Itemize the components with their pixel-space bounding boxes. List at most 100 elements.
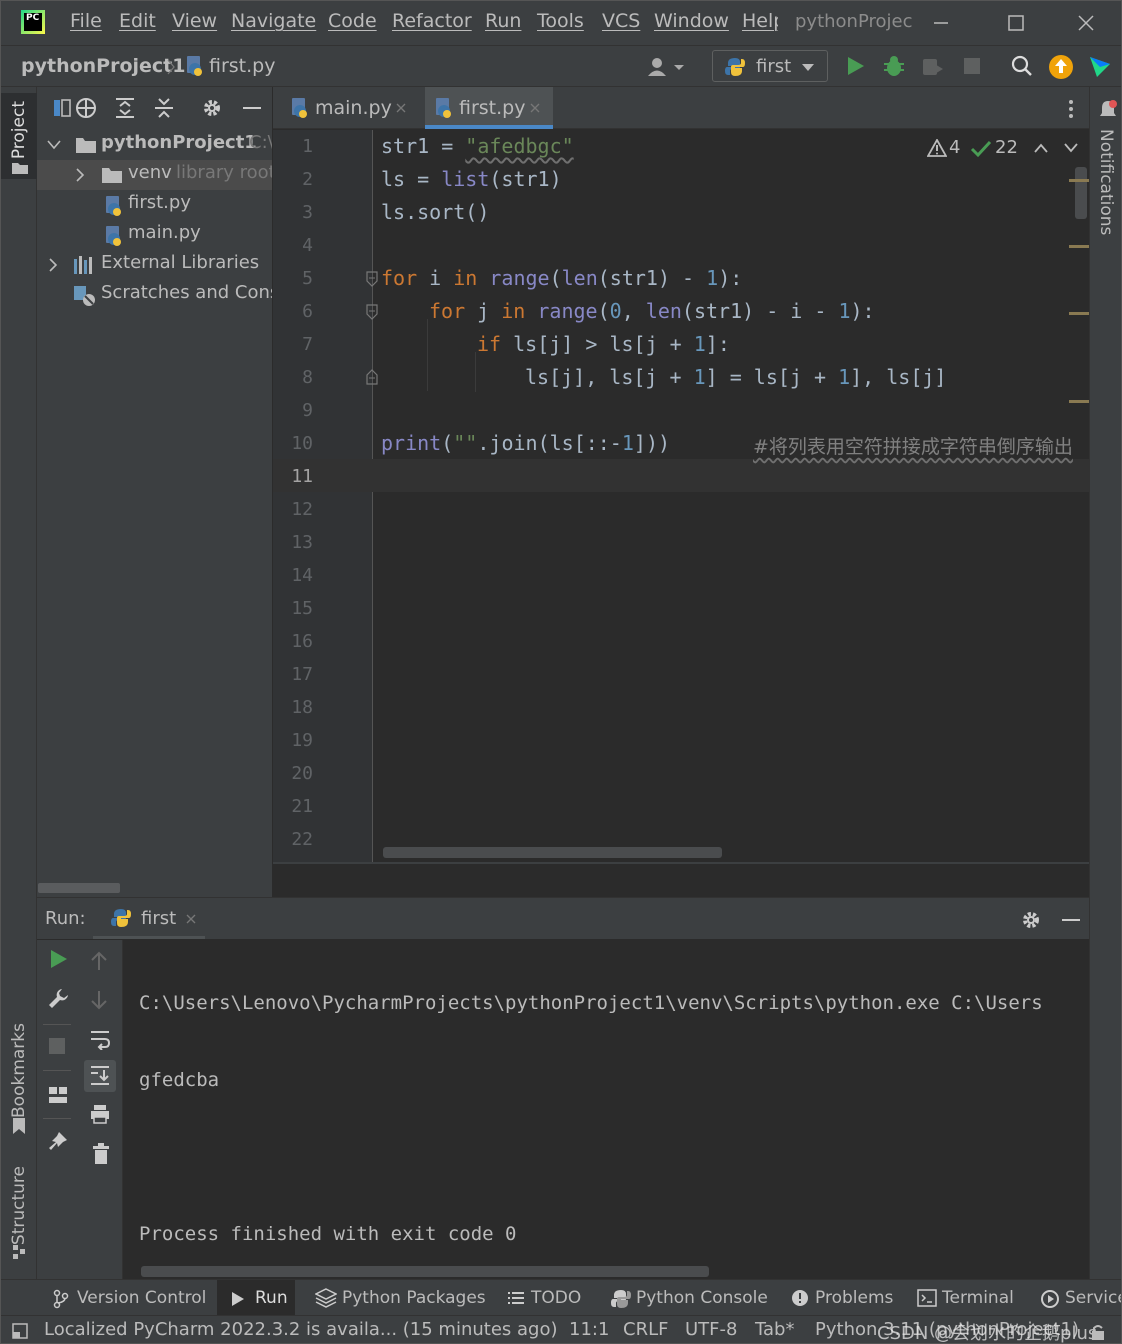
tree-file-first[interactable]: first.py <box>37 190 272 220</box>
scroll-to-end-button[interactable] <box>84 1060 116 1092</box>
error-stripe-marker[interactable] <box>1069 179 1089 182</box>
close-button[interactable] <box>1076 13 1096 33</box>
print-icon[interactable] <box>89 1103 111 1125</box>
error-stripe-marker[interactable] <box>1069 400 1089 403</box>
maximize-button[interactable] <box>1006 13 1026 33</box>
editor-vscrollbar[interactable] <box>1075 167 1087 219</box>
close-tab-icon[interactable] <box>395 102 407 114</box>
pin-icon[interactable] <box>47 1130 69 1152</box>
console-hscrollbar[interactable] <box>141 1266 709 1277</box>
user-icon[interactable] <box>647 56 687 78</box>
arrow-down-icon[interactable] <box>89 989 109 1011</box>
tab-main-py[interactable]: main.py <box>281 87 414 129</box>
arrow-up-icon[interactable] <box>89 950 109 972</box>
menu-vcs[interactable]: VCS <box>602 10 640 32</box>
collapse-all-icon[interactable] <box>152 96 176 120</box>
stop-icon[interactable] <box>962 56 982 76</box>
tab-services[interactable]: Services <box>1035 1280 1121 1316</box>
tab-version-control[interactable]: Version Control <box>45 1280 206 1316</box>
fold-marker-icon[interactable] <box>365 369 379 385</box>
crosshair-icon[interactable] <box>74 96 98 120</box>
select-opened-file-icon[interactable] <box>51 97 73 119</box>
code-comment[interactable]: #将列表用空符拼接成字符串倒序输出 <box>753 432 1073 459</box>
more-options-icon[interactable] <box>1063 98 1079 120</box>
code-line[interactable]: for j in range(0, len(str1) - i - 1): <box>429 299 875 323</box>
inspection-widget[interactable]: 4 22 <box>925 137 1085 163</box>
tab-todo[interactable]: TODO <box>501 1280 591 1316</box>
hide-panel-icon[interactable] <box>240 96 264 120</box>
code-line[interactable]: if ls[j] > ls[j + 1]: <box>477 332 730 356</box>
error-stripe-marker[interactable] <box>1069 312 1089 315</box>
tree-external-libraries[interactable]: External Libraries <box>37 250 272 280</box>
trash-icon[interactable] <box>91 1143 111 1165</box>
code-line[interactable]: ls[j], ls[j + 1] = ls[j + 1], ls[j] <box>525 365 946 389</box>
menu-refactor[interactable]: Refactor <box>392 10 472 32</box>
breadcrumb-file[interactable]: first.py <box>209 55 275 77</box>
console-output[interactable]: C:\Users\Lenovo\PycharmProjects\pythonPr… <box>139 943 1089 1263</box>
menu-run[interactable]: Run <box>485 10 521 32</box>
layout-icon[interactable] <box>47 1084 69 1106</box>
notifications-tool-button[interactable]: Notifications <box>1090 93 1121 235</box>
menu-view[interactable]: View <box>172 10 217 32</box>
tab-first-py[interactable]: first.py <box>425 87 553 129</box>
tab-terminal[interactable]: Terminal <box>911 1280 1021 1316</box>
tree-root[interactable]: pythonProject1 C:\ <box>37 130 272 160</box>
minimize-button[interactable] <box>931 13 951 33</box>
close-tab-icon[interactable] <box>185 913 197 925</box>
menu-file[interactable]: File <box>70 10 102 32</box>
caret-position[interactable]: 11:1 <box>569 1319 609 1340</box>
lock-icon[interactable] <box>1089 1323 1107 1341</box>
wrench-icon[interactable] <box>47 987 69 1009</box>
editor-hscrollbar[interactable] <box>383 847 722 858</box>
tab-python-packages[interactable]: Python Packages <box>309 1280 486 1316</box>
chevron-up-icon[interactable] <box>1033 142 1049 154</box>
fold-marker-icon[interactable] <box>365 304 379 320</box>
tree-venv[interactable]: venv library root <box>37 160 272 190</box>
expand-all-icon[interactable] <box>113 96 137 120</box>
menu-tools[interactable]: Tools <box>537 10 584 32</box>
menu-navigate[interactable]: Navigate <box>231 10 316 32</box>
menu-window[interactable]: Window <box>654 10 729 32</box>
debug-icon[interactable] <box>882 54 906 78</box>
breadcrumb-project[interactable]: pythonProject1 <box>21 55 186 77</box>
tab-python-console[interactable]: Python Console <box>605 1280 771 1316</box>
stop-icon[interactable] <box>47 1036 67 1056</box>
tree-scratches[interactable]: Scratches and Consoles <box>37 280 272 310</box>
code-line[interactable]: ls = list(str1) <box>381 167 562 191</box>
search-icon[interactable] <box>1010 54 1034 78</box>
gear-icon[interactable] <box>1019 908 1043 932</box>
menu-code[interactable]: Code <box>328 10 377 32</box>
run-icon[interactable] <box>844 55 866 77</box>
code-line[interactable]: ls.sort() <box>381 200 489 224</box>
update-icon[interactable] <box>1048 54 1074 80</box>
code-line[interactable]: for i in range(len(str1) - 1): <box>381 266 742 290</box>
indent-setting[interactable]: Tab* <box>755 1319 794 1340</box>
soft-wrap-icon[interactable] <box>89 1028 111 1050</box>
chevron-down-icon[interactable] <box>1063 142 1079 154</box>
jetbrains-toolbox-icon[interactable] <box>1087 54 1113 80</box>
fold-marker-icon[interactable] <box>365 271 379 287</box>
file-encoding[interactable]: UTF-8 <box>685 1319 737 1340</box>
gear-icon[interactable] <box>200 96 224 120</box>
coverage-icon[interactable] <box>921 55 945 79</box>
error-stripe-marker[interactable] <box>1069 245 1089 248</box>
line-separator[interactable]: CRLF <box>623 1319 668 1340</box>
menu-help[interactable]: Help <box>742 10 778 32</box>
tab-run[interactable]: Run <box>217 1280 295 1316</box>
code-line[interactable]: print("".join(ls[::-1])) <box>381 431 670 455</box>
menu-edit[interactable]: Edit <box>119 10 156 32</box>
run-config-dropdown[interactable]: first <box>712 50 828 82</box>
close-tab-icon[interactable] <box>529 102 541 114</box>
project-tool-button[interactable]: Project <box>1 93 37 179</box>
code-line[interactable]: str1 = "afedbgc" <box>381 134 574 158</box>
toggle-tool-windows-icon[interactable] <box>11 1322 29 1340</box>
structure-tool-button[interactable]: Structure <box>1 1162 37 1272</box>
tree-file-main[interactable]: main.py <box>37 220 272 250</box>
bookmarks-tool-button[interactable]: Bookmarks <box>1 1017 37 1137</box>
rerun-icon[interactable] <box>47 948 69 970</box>
project-hscrollbar[interactable] <box>38 883 120 893</box>
hide-panel-icon[interactable] <box>1059 908 1083 932</box>
status-message[interactable]: Localized PyCharm 2022.3.2 is availa... … <box>44 1319 558 1340</box>
tab-problems[interactable]: Problems <box>785 1280 895 1316</box>
run-tab-first[interactable]: first <box>93 898 205 940</box>
